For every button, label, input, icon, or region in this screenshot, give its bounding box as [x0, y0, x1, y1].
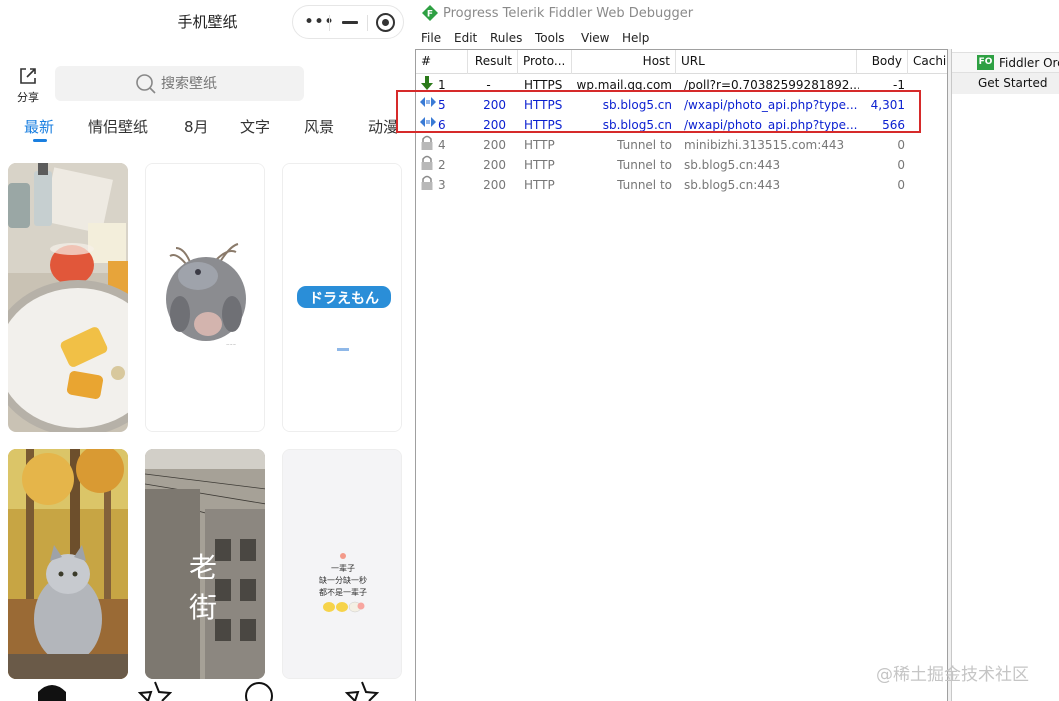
sort-up-icon: ^: [766, 49, 776, 57]
breakfast-photo: [8, 163, 128, 432]
text-quote-image: 一辈子 缺一分缺一秒 都不是一辈子: [283, 450, 401, 678]
cat-autumn-photo: [8, 449, 128, 679]
session-result: 200: [483, 138, 506, 152]
tab-get-started[interactable]: Get Started: [952, 73, 1059, 94]
wallpaper-card-cat[interactable]: [8, 449, 128, 679]
menu-tools[interactable]: Tools: [535, 31, 565, 45]
lock-icon: [420, 175, 436, 197]
close-circle-icon[interactable]: [376, 13, 395, 32]
old-street-glyph-2: 街: [189, 591, 217, 624]
menu-help[interactable]: Help: [622, 31, 649, 45]
doraemon-logo-text: ドラえもん: [309, 291, 379, 307]
tab-august[interactable]: 8月: [184, 116, 209, 137]
session-number: 3: [438, 178, 446, 192]
session-row[interactable]: 3 200 HTTP Tunnel to sb.blog5.cn:443 0: [416, 175, 947, 197]
session-row[interactable]: 4 200 HTTP Tunnel to minibizhi.313515.co…: [416, 135, 947, 157]
tab-get-started-label: Get Started: [978, 76, 1048, 90]
star-icon[interactable]: [344, 680, 380, 701]
window-title: Progress Telerik Fiddler Web Debugger: [443, 6, 694, 21]
session-host: Tunnel to: [617, 158, 672, 172]
menu-bar: File Edit Rules Tools View Help: [412, 29, 1059, 49]
tab-fiddler-orchestra[interactable]: FO Fiddler Orc: [952, 52, 1059, 73]
svg-text:都不是一辈子: 都不是一辈子: [319, 587, 367, 597]
share-label: 分享: [17, 91, 39, 104]
menu-rules[interactable]: Rules: [490, 31, 522, 45]
doraemon-logo-image: ドラえもん: [283, 164, 401, 431]
watermark: @稀土掘金技术社区: [876, 665, 1029, 685]
circle-icon[interactable]: [243, 680, 275, 701]
session-protocol: HTTP: [524, 138, 555, 152]
session-body: 0: [897, 178, 905, 192]
session-result: 200: [483, 158, 506, 172]
wallpaper-card-breakfast[interactable]: [8, 163, 128, 432]
column-body[interactable]: Body: [857, 50, 908, 74]
inspector-pane: FO Fiddler Orc Get Started: [951, 49, 1059, 701]
session-url: sb.blog5.cn:443: [684, 178, 781, 192]
search-bar[interactable]: [55, 66, 304, 101]
column-result[interactable]: Result: [468, 50, 518, 74]
session-number: 2: [438, 158, 446, 172]
tab-anime[interactable]: 动漫: [368, 116, 398, 137]
session-result: 200: [483, 178, 506, 192]
title-bar: F Progress Telerik Fiddler Web Debugger: [412, 0, 1059, 28]
lock-icon: [420, 135, 436, 157]
wallpaper-card-doraemon[interactable]: ドラえもん: [282, 163, 402, 432]
category-tabs: 最新 情侣壁纸 8月 文字 风景 动漫: [0, 114, 412, 144]
tab-latest[interactable]: 最新: [24, 116, 54, 137]
column-number[interactable]: #: [416, 50, 468, 74]
wallpaper-card-quote[interactable]: 一辈子 缺一分缺一秒 都不是一辈子: [282, 449, 402, 679]
page-title: 手机壁纸: [177, 13, 238, 31]
menu-edit[interactable]: Edit: [454, 31, 477, 45]
search-input[interactable]: [161, 73, 281, 95]
star-outline-icon[interactable]: [138, 680, 172, 701]
session-body: 0: [897, 138, 905, 152]
column-host[interactable]: Host: [572, 50, 676, 74]
tab-fiddler-orchestra-label: Fiddler Orc: [999, 56, 1059, 70]
svg-text:~~~: ~~~: [226, 342, 236, 347]
fiddler-logo-icon: F: [422, 5, 438, 21]
session-row[interactable]: 2 200 HTTP Tunnel to sb.blog5.cn:443 0: [416, 155, 947, 177]
session-host: Tunnel to: [617, 138, 672, 152]
share-button[interactable]: 分享: [13, 66, 43, 106]
share-icon: [20, 68, 36, 84]
svg-text:缺一分缺一秒: 缺一分缺一秒: [319, 575, 367, 585]
session-protocol: HTTP: [524, 178, 555, 192]
svg-text:F: F: [427, 10, 433, 20]
tab-text[interactable]: 文字: [240, 116, 270, 137]
wallpaper-card-old-street[interactable]: 老 街: [145, 449, 265, 679]
fiddler-orchestra-icon: FO: [977, 55, 994, 70]
session-list-header: # Result Proto... Host URL Body Cachi ^: [416, 49, 947, 74]
highlight-box: [396, 90, 921, 133]
session-url: minibizhi.313515.com:443: [684, 138, 845, 152]
minimize-icon[interactable]: [342, 21, 358, 24]
wallpaper-card-monster[interactable]: ~~~: [145, 163, 265, 432]
old-street-glyph-1: 老: [189, 551, 217, 584]
session-body: 0: [897, 158, 905, 172]
session-url: sb.blog5.cn:443: [684, 158, 781, 172]
old-street-photo: 老 街: [145, 449, 265, 679]
svg-text:一辈子: 一辈子: [331, 563, 355, 573]
active-tab-indicator: [33, 139, 47, 142]
wallpaper-mini-program: 手机壁纸 ••• 分享 最新 情侣壁纸 8月 文字: [0, 0, 412, 701]
tab-scenery[interactable]: 风景: [304, 116, 334, 137]
capsule-menu: •••: [292, 5, 404, 39]
monster-illustration: ~~~: [146, 164, 264, 431]
session-list: # Result Proto... Host URL Body Cachi ^ …: [415, 49, 948, 701]
lock-icon: [420, 155, 436, 177]
menu-view[interactable]: View: [581, 31, 609, 45]
search-icon: [136, 74, 156, 94]
column-caching[interactable]: Cachi: [908, 50, 947, 74]
home-icon[interactable]: [36, 680, 68, 701]
tab-couple[interactable]: 情侣壁纸: [88, 116, 148, 137]
menu-file[interactable]: File: [421, 31, 441, 45]
session-host: Tunnel to: [617, 178, 672, 192]
session-protocol: HTTP: [524, 158, 555, 172]
session-number: 4: [438, 138, 446, 152]
column-protocol[interactable]: Proto...: [518, 50, 572, 74]
